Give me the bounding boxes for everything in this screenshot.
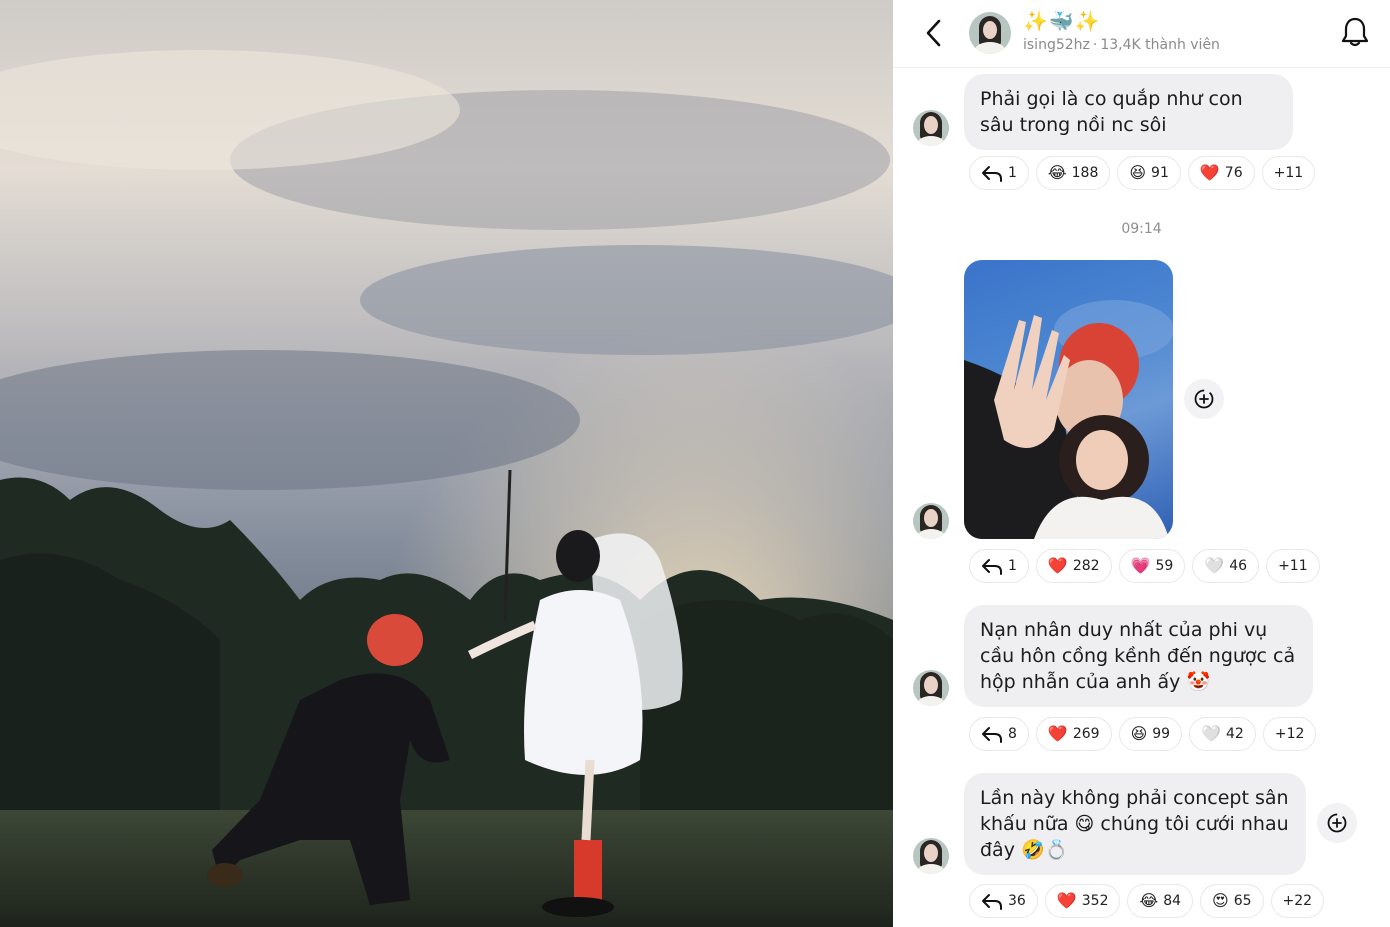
reply-arrow-icon: [982, 166, 1002, 182]
reaction-pill[interactable]: ❤️ 76: [1187, 156, 1255, 190]
reaction-pill[interactable]: 😆 99: [1118, 717, 1183, 751]
reaction-pill[interactable]: 🤍 46: [1192, 549, 1260, 583]
reaction-count: 42: [1226, 726, 1244, 742]
wedding-proposal-photo: [0, 0, 893, 927]
reaction-emoji: 😍: [1212, 891, 1229, 910]
channel-subtitle: ising52hz · 13,4K thành viên: [1023, 37, 1220, 53]
reply-arrow-icon: [982, 727, 1002, 743]
reaction-count: 65: [1233, 893, 1252, 909]
sender-avatar[interactable]: [913, 110, 949, 146]
reply-count-button[interactable]: 8: [969, 717, 1029, 751]
reply-count: 36: [1008, 893, 1026, 909]
reaction-pill[interactable]: 😂 188: [1035, 156, 1111, 190]
reaction-emoji: 😂: [1139, 891, 1159, 910]
share-plus-icon: [1327, 813, 1347, 833]
chat-header: ✨🐳✨ ising52hz · 13,4K thành viên: [893, 0, 1390, 68]
sender-avatar[interactable]: [913, 838, 949, 874]
reaction-emoji: 😆: [1130, 724, 1148, 743]
reaction-count: 59: [1155, 558, 1174, 574]
reaction-pill[interactable]: ❤️ 282: [1035, 549, 1112, 583]
reaction-emoji: 💗: [1130, 556, 1151, 575]
reaction-count: 188: [1071, 165, 1099, 181]
reaction-count: 269: [1072, 726, 1100, 742]
reaction-count: 84: [1163, 893, 1182, 909]
reply-count-button[interactable]: 1: [969, 156, 1029, 190]
message-timestamp: 09:14: [1121, 221, 1162, 237]
reply-count-button[interactable]: 1: [969, 549, 1029, 583]
separator-dot: ·: [1092, 37, 1098, 53]
reaction-bar: 8 ❤️ 269 😆 99 🤍 42 +12: [969, 717, 1317, 753]
couple-selfie-image: [964, 300, 1173, 539]
reply-count: 1: [1008, 165, 1017, 181]
message-bubble[interactable]: Phải gọi là co quắp như con sâu trong nồ…: [964, 74, 1293, 150]
share-plus-icon: [1194, 389, 1214, 409]
reaction-bar: 1 😂 188 😆 91 ❤️ 76 +11: [969, 156, 1316, 192]
chat-panel: ✨🐳✨ ising52hz · 13,4K thành viên Phải gọi …: [893, 0, 1390, 927]
reaction-count: 76: [1224, 165, 1243, 181]
reaction-count: 282: [1072, 558, 1100, 574]
image-message[interactable]: [964, 260, 1173, 539]
reaction-emoji: ❤️: [1199, 163, 1220, 182]
reaction-pill[interactable]: 😍 65: [1200, 884, 1264, 918]
reaction-emoji: 🤍: [1204, 556, 1225, 575]
reaction-pill[interactable]: ❤️ 352: [1044, 884, 1121, 918]
message-bubble[interactable]: Lần này không phải concept sân khấu nữa …: [964, 773, 1306, 875]
more-reactions-pill[interactable]: +22: [1270, 884, 1325, 918]
reaction-count: 99: [1152, 726, 1171, 742]
reply-arrow-icon: [982, 559, 1002, 575]
reaction-count: 352: [1081, 893, 1109, 909]
bell-icon[interactable]: [1340, 16, 1370, 48]
more-reactions-pill[interactable]: +11: [1261, 156, 1316, 190]
reply-count: 8: [1008, 726, 1017, 742]
reply-arrow-icon: [982, 894, 1002, 910]
channel-username: ising52hz: [1023, 37, 1090, 53]
reaction-pill[interactable]: 💗 59: [1118, 549, 1186, 583]
sender-avatar[interactable]: [913, 670, 949, 706]
chevron-left-icon[interactable]: [923, 18, 945, 48]
reaction-emoji: 😆: [1129, 163, 1147, 182]
reply-count: 1: [1008, 558, 1017, 574]
reaction-bar: 1 ❤️ 282 💗 59 🤍 46 +11: [969, 549, 1320, 585]
reply-count-button[interactable]: 36: [969, 884, 1038, 918]
member-count: 13,4K thành viên: [1100, 37, 1220, 53]
sender-avatar[interactable]: [913, 503, 949, 539]
share-button[interactable]: [1317, 803, 1357, 843]
reaction-count: 91: [1151, 165, 1169, 181]
more-reactions-pill[interactable]: +11: [1266, 549, 1320, 583]
reaction-bar: 36 ❤️ 352 😂 84 😍 65 +22: [969, 884, 1325, 920]
reaction-pill[interactable]: 🤍 42: [1189, 717, 1256, 751]
reaction-emoji: ❤️: [1047, 556, 1068, 575]
reaction-emoji: ❤️: [1056, 891, 1077, 910]
photo-scene: [0, 0, 893, 927]
reaction-pill[interactable]: ❤️ 269: [1035, 717, 1112, 751]
reaction-emoji: 😂: [1047, 163, 1067, 182]
channel-title[interactable]: ✨🐳✨: [1023, 8, 1101, 34]
more-reactions-pill[interactable]: +12: [1262, 717, 1317, 751]
reaction-count: 46: [1229, 558, 1248, 574]
share-button[interactable]: [1184, 379, 1224, 419]
message-bubble[interactable]: Nạn nhân duy nhất của phi vụ cầu hôn cồn…: [964, 605, 1313, 707]
channel-avatar[interactable]: [969, 12, 1011, 54]
reaction-emoji: 🤍: [1201, 724, 1222, 743]
reaction-pill[interactable]: 😆 91: [1117, 156, 1181, 190]
reaction-pill[interactable]: 😂 84: [1127, 884, 1194, 918]
reaction-emoji: ❤️: [1047, 724, 1068, 743]
